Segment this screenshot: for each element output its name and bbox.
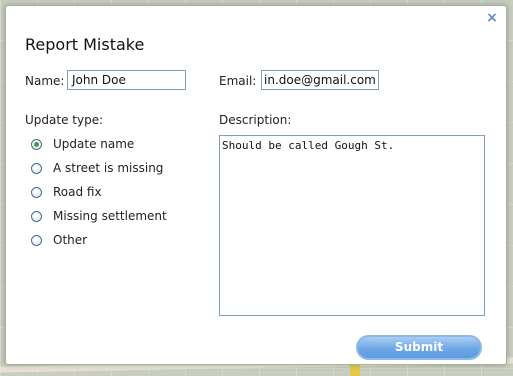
- close-icon[interactable]: ×: [485, 11, 499, 25]
- dialog-title: Report Mistake: [25, 35, 145, 54]
- radio-button[interactable]: [31, 162, 42, 174]
- radio-button[interactable]: [31, 210, 42, 222]
- radio-option-street-missing[interactable]: A street is missing: [31, 160, 163, 176]
- radio-option-missing-settlement[interactable]: Missing settlement: [31, 208, 167, 224]
- radio-label: Road fix: [53, 185, 102, 199]
- radio-option-update-name[interactable]: Update name: [31, 136, 134, 152]
- name-label: Name:: [25, 74, 65, 88]
- report-mistake-dialog: × Report Mistake Name: John Doe Email: i…: [5, 5, 507, 365]
- radio-button[interactable]: [31, 138, 42, 150]
- radio-label: Other: [53, 233, 88, 247]
- name-field[interactable]: John Doe: [67, 70, 186, 90]
- radio-button[interactable]: [31, 234, 42, 246]
- description-textarea[interactable]: Should be called Gough St.: [219, 135, 485, 316]
- radio-option-road-fix[interactable]: Road fix: [31, 184, 102, 200]
- submit-button[interactable]: Submit: [356, 335, 482, 360]
- email-field[interactable]: in.doe@gmail.com: [261, 70, 379, 90]
- description-label: Description:: [219, 113, 292, 127]
- email-label: Email:: [219, 74, 257, 88]
- radio-label: Missing settlement: [53, 209, 167, 223]
- radio-button[interactable]: [31, 186, 42, 198]
- radio-label: Update name: [53, 137, 135, 151]
- update-type-label: Update type:: [25, 113, 104, 127]
- radio-label: A street is missing: [53, 161, 164, 175]
- radio-option-other[interactable]: Other: [31, 232, 87, 248]
